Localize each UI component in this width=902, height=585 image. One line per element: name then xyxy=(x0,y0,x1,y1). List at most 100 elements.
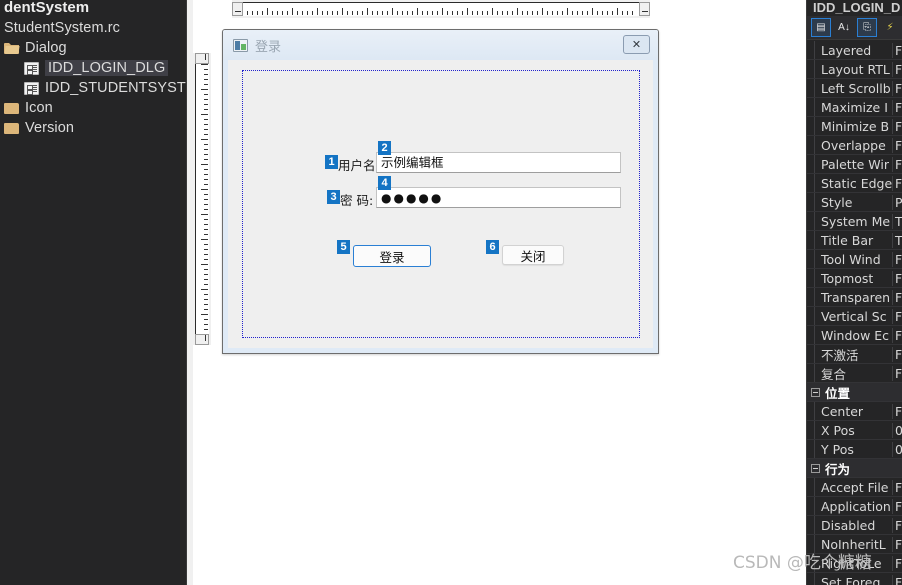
collapse-icon[interactable] xyxy=(807,387,823,397)
property-value[interactable]: 0 xyxy=(892,441,902,457)
categorized-view-button[interactable]: ▤ xyxy=(811,18,831,37)
solution-root-label[interactable]: dentSystem xyxy=(0,0,186,18)
property-row[interactable]: Application F xyxy=(807,497,902,516)
login-dialog-preview[interactable]: 登录 ✕ 用户名: 1 示例编辑框 2 密 码: 3 ●●●●● 4 登录 5 关闭 6 xyxy=(222,29,659,354)
dialog-designer-surface[interactable]: 登录 ✕ 用户名: 1 示例编辑框 2 密 码: 3 ●●●●● 4 登录 5 关闭 6 xyxy=(193,0,806,585)
solution-item-5[interactable]: Icon xyxy=(0,98,186,118)
property-pages-button[interactable]: ⎘ xyxy=(857,18,877,37)
solution-item-6[interactable]: Version xyxy=(0,118,186,138)
property-value[interactable]: F xyxy=(892,574,902,585)
properties-list[interactable]: Layered F Layout RTL F Left Scrollb F Maximize… xyxy=(807,41,902,585)
property-value[interactable]: F xyxy=(892,251,902,267)
collapse-icon[interactable] xyxy=(807,463,823,473)
property-value[interactable]: 0 xyxy=(892,422,902,438)
property-row[interactable]: Topmost F xyxy=(807,269,902,288)
property-gutter xyxy=(807,421,815,439)
property-value[interactable]: F xyxy=(892,175,902,191)
property-value[interactable]: F xyxy=(892,365,902,381)
property-value[interactable]: F xyxy=(892,270,902,286)
properties-panel-title: IDD_LOGIN_D xyxy=(807,0,902,16)
property-category-row[interactable]: 位置 xyxy=(807,383,902,402)
username-edit-field[interactable]: 示例编辑框 xyxy=(376,152,621,173)
property-value[interactable]: F xyxy=(892,42,902,58)
property-row[interactable]: Center F xyxy=(807,402,902,421)
property-name: 位置 xyxy=(825,385,851,401)
property-row[interactable]: Tool Wind F xyxy=(807,250,902,269)
property-value[interactable]: T xyxy=(892,213,902,229)
folder-open-icon xyxy=(4,42,20,54)
property-name: Palette Wir xyxy=(821,156,889,172)
h-ruler-right-handle[interactable] xyxy=(639,2,650,16)
h-ruler-left-handle[interactable] xyxy=(232,2,243,16)
solution-item-2[interactable]: Dialog xyxy=(0,38,186,58)
property-row[interactable]: Accept File F xyxy=(807,478,902,497)
property-value[interactable]: F xyxy=(892,156,902,172)
dialog-titlebar[interactable]: 登录 ✕ xyxy=(223,30,658,60)
property-row[interactable]: NoInheritL F xyxy=(807,535,902,554)
login-button[interactable]: 登录 xyxy=(353,245,431,267)
property-row[interactable]: Layered F xyxy=(807,41,902,60)
property-value[interactable]: F xyxy=(892,479,902,495)
property-row[interactable]: Vertical Sc F xyxy=(807,307,902,326)
v-ruler-top-handle[interactable] xyxy=(195,53,209,64)
property-row[interactable]: RightToLe F xyxy=(807,554,902,573)
property-value[interactable]: F xyxy=(892,517,902,533)
dialog-label-3[interactable]: 密 码: xyxy=(340,193,373,209)
property-gutter xyxy=(807,212,815,230)
property-gutter xyxy=(807,535,815,553)
solution-item-3[interactable]: IDD_LOGIN_DLG xyxy=(0,58,186,78)
property-row[interactable]: X Pos 0 xyxy=(807,421,902,440)
property-value[interactable]: F xyxy=(892,403,902,419)
property-value[interactable]: F xyxy=(892,327,902,343)
property-row[interactable]: Y Pos 0 xyxy=(807,440,902,459)
solution-item-4[interactable]: IDD_STUDENTSYSTEM_D xyxy=(0,78,186,98)
close-button[interactable]: 关闭 xyxy=(502,245,564,265)
property-value[interactable]: F xyxy=(892,80,902,96)
property-value[interactable]: F xyxy=(892,118,902,134)
password-edit-field[interactable]: ●●●●● xyxy=(376,187,621,208)
property-name: X Pos xyxy=(821,422,855,438)
property-row[interactable]: Left Scrollb F xyxy=(807,79,902,98)
dialog-label-1[interactable]: 用户名: xyxy=(338,158,380,174)
property-row[interactable]: Overlappe F xyxy=(807,136,902,155)
property-value[interactable]: F xyxy=(892,536,902,552)
property-value[interactable]: F xyxy=(892,498,902,514)
property-value[interactable]: F xyxy=(892,99,902,115)
property-row[interactable]: 复合 F xyxy=(807,364,902,383)
property-row[interactable]: Disabled F xyxy=(807,516,902,535)
property-value[interactable]: F xyxy=(892,308,902,324)
alphabetical-sort-button[interactable]: A↓ xyxy=(834,18,854,37)
property-value[interactable]: T xyxy=(892,232,902,248)
v-ruler-bottom-handle[interactable] xyxy=(195,334,209,345)
property-row[interactable]: Set Foreg F xyxy=(807,573,902,585)
property-row[interactable]: Layout RTL F xyxy=(807,60,902,79)
solution-tree: StudentSystem.rc Dialog IDD_LOGIN_DLG IDD_S… xyxy=(0,18,186,138)
property-row[interactable]: Transparen F xyxy=(807,288,902,307)
property-row[interactable]: Title Bar T xyxy=(807,231,902,250)
property-category-row[interactable]: 行为 xyxy=(807,459,902,478)
property-name: Style xyxy=(821,194,853,210)
events-button[interactable]: ⚡ xyxy=(880,18,900,37)
property-row[interactable]: System Me T xyxy=(807,212,902,231)
property-value[interactable]: F xyxy=(892,137,902,153)
solution-item-1[interactable]: StudentSystem.rc xyxy=(0,18,186,38)
property-value[interactable]: F xyxy=(892,61,902,77)
property-gutter xyxy=(807,497,815,515)
property-row[interactable]: Palette Wir F xyxy=(807,155,902,174)
property-gutter xyxy=(807,117,815,135)
close-icon[interactable]: ✕ xyxy=(623,35,650,54)
property-row[interactable]: Window Ec F xyxy=(807,326,902,345)
property-row[interactable]: 不激活 F xyxy=(807,345,902,364)
property-value[interactable]: F xyxy=(892,555,902,571)
v-ruler-track xyxy=(195,64,209,334)
property-value[interactable]: F xyxy=(892,346,902,362)
property-row[interactable]: Static Edge F xyxy=(807,174,902,193)
property-row[interactable]: Style P xyxy=(807,193,902,212)
property-row[interactable]: Maximize IF xyxy=(807,98,902,117)
property-value[interactable]: F xyxy=(892,289,902,305)
property-name: Left Scrollb xyxy=(821,80,891,96)
dialog-client-area[interactable]: 用户名: 1 示例编辑框 2 密 码: 3 ●●●●● 4 登录 5 关闭 6 xyxy=(228,60,653,348)
dialog-resource-icon xyxy=(24,81,39,95)
property-value[interactable]: P xyxy=(892,194,902,210)
property-row[interactable]: Minimize BF xyxy=(807,117,902,136)
